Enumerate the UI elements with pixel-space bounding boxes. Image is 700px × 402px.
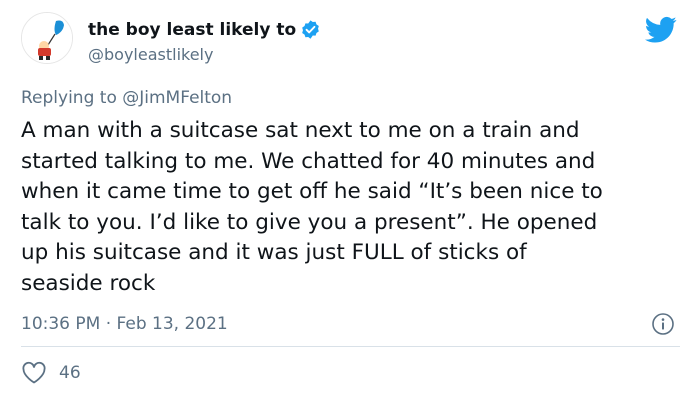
like-count: 46 (59, 363, 81, 383)
tweet-text-line: up his suitcase and it was just FULL of … (21, 240, 527, 265)
divider (21, 346, 680, 347)
display-name[interactable]: the boy least likely to (88, 20, 296, 40)
reply-mention-link[interactable]: @JimMFelton (122, 88, 232, 108)
verified-badge-icon (300, 19, 321, 40)
replying-to: Replying to @JimMFelton (21, 88, 232, 108)
heart-icon[interactable] (21, 361, 47, 385)
avatar[interactable] (21, 12, 73, 64)
tweet-text-line: talk to you. I’d like to give you a pres… (21, 209, 598, 235)
tweet-text-line: seaside rock (21, 270, 156, 296)
tweet-timestamp[interactable]: 10:36 PM · Feb 13, 2021 (21, 314, 228, 334)
twitter-bird-icon[interactable] (645, 16, 677, 44)
user-handle[interactable]: @boyleastlikely (88, 45, 213, 64)
tweet-card: the boy least likely to @boyleastlikely … (0, 0, 700, 402)
author-name-row: the boy least likely to (88, 19, 321, 40)
tweet-text-line: started talking to me. We chatted for 40… (21, 148, 596, 174)
avatar-cartoon-icon (22, 13, 72, 63)
replying-label: Replying to (21, 88, 117, 108)
tweet-text: A man with a suitcase sat next to me on … (21, 116, 681, 299)
tweet-text-line: A man with a suitcase sat next to me on … (21, 118, 580, 143)
info-icon[interactable] (651, 312, 675, 336)
tweet-text-line: when it came time to get off he said “It… (21, 179, 603, 204)
like-action[interactable]: 46 (21, 361, 81, 385)
